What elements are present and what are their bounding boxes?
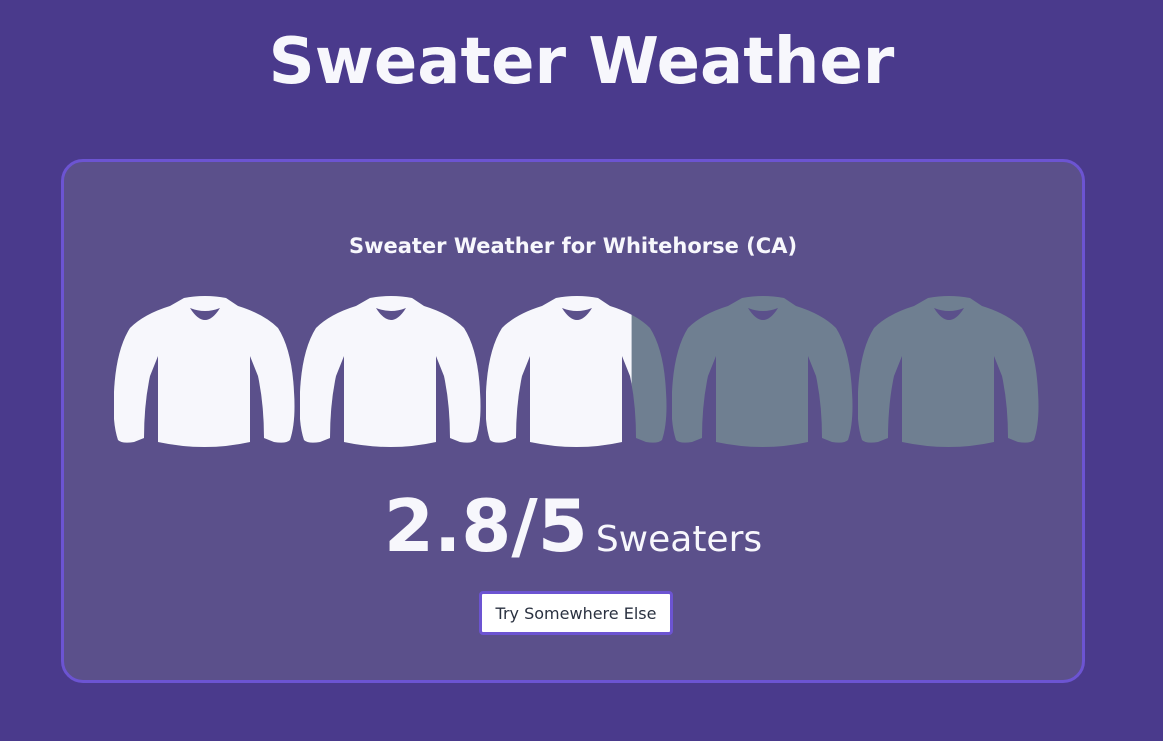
score-row: 2.8/5 Sweaters [64,484,1082,568]
card-title: Sweater Weather for Whitehorse (CA) [348,234,798,258]
app-title: Sweater Weather [268,25,895,99]
weather-card: Sweater Weather for Whitehorse (CA) 2.8/… [61,159,1085,683]
sweater-score: 2.8/5 [383,484,588,568]
sweater-unit: Sweaters [595,519,763,560]
sweater-icon [858,296,1039,447]
sweater-rating [114,292,1044,452]
sweater-icon [300,296,481,447]
sweater-icon [114,296,295,447]
page: Sweater Weather Sweater Weather for Whit… [0,0,1163,741]
sweater-icon [486,296,667,447]
try-somewhere-else-button[interactable]: Try Somewhere Else [479,591,673,635]
sweater-icon [672,296,853,447]
